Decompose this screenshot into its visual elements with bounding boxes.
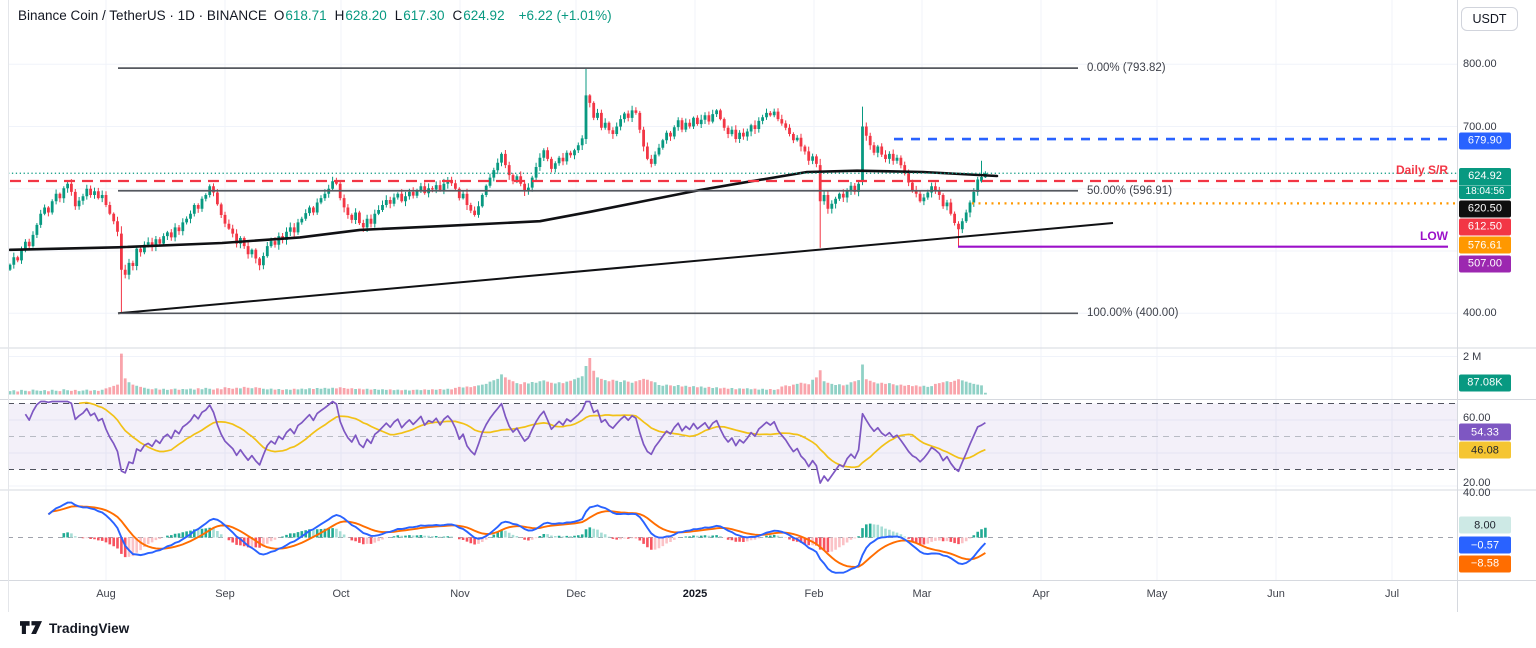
fib-level-label: 50.00% (596.91)	[1087, 185, 1172, 197]
tradingview-logo-icon	[20, 621, 42, 636]
ohlc-value: 617.30	[403, 8, 444, 23]
macd-hist-down-fading	[78, 538, 972, 557]
candle-bodies-down	[16, 95, 960, 274]
countdown-timer: 18:04:56	[1459, 185, 1511, 199]
price-badge: 620.50	[1459, 200, 1511, 217]
price-badge: −0.57	[1459, 537, 1511, 554]
time-axis-label: Sep	[215, 588, 235, 600]
time-axis-label: Jul	[1385, 588, 1399, 600]
time-axis-label: Nov	[450, 588, 470, 600]
volume-bars-down	[16, 354, 960, 395]
price-badge: 46.08	[1459, 442, 1511, 459]
price-badge-last: 624.9218:04:56	[1459, 168, 1511, 199]
volume-bars-up	[9, 365, 987, 395]
change-value: +6.22 (+1.01%)	[519, 8, 612, 23]
time-axis-label: Jun	[1267, 588, 1285, 600]
symbol-title[interactable]: Binance Coin / TetherUS · 1D · BINANCE	[18, 8, 267, 23]
price-axis-label: 400.00	[1463, 307, 1497, 319]
price-axis-label: 40.00	[1463, 487, 1491, 499]
time-axis-label: Mar	[913, 588, 932, 600]
price-axis-label: 60.00	[1463, 412, 1491, 424]
currency-toggle-button[interactable]: USDT	[1461, 7, 1518, 31]
fib-level-label: 100.00% (400.00)	[1087, 307, 1178, 319]
price-badge: 576.61	[1459, 237, 1511, 254]
ohlc-value: 624.92	[463, 8, 504, 23]
chart-canvas[interactable]	[0, 0, 1536, 648]
chart-window: Binance Coin / TetherUS · 1D · BINANCE O…	[0, 0, 1536, 648]
price-badge: 54.33	[1459, 424, 1511, 441]
time-axis-label: Apr	[1032, 588, 1049, 600]
ohlc-key: C	[453, 8, 463, 23]
time-axis-label: Feb	[805, 588, 824, 600]
ohlc-key: L	[395, 8, 403, 23]
ohlc-key: O	[274, 8, 285, 23]
price-badge: 507.00	[1459, 255, 1511, 272]
level-label-low-line: LOW	[1420, 229, 1448, 243]
time-axis-label: Oct	[332, 588, 349, 600]
level-label-daily-sr: Daily S/R	[1396, 163, 1448, 177]
rsi-band	[8, 404, 1457, 470]
time-axis-label: 2025	[683, 588, 707, 600]
price-axis-label: 800.00	[1463, 58, 1497, 70]
ohlc-value: 628.20	[345, 8, 386, 23]
price-badge: 679.90	[1459, 132, 1511, 149]
tradingview-logo[interactable]: TradingView	[20, 621, 129, 636]
price-badge: 8.00	[1459, 517, 1511, 534]
price-badge: −8.58	[1459, 555, 1511, 572]
symbol-header: Binance Coin / TetherUS · 1D · BINANCE O…	[18, 8, 612, 23]
price-axis-label: 2 M	[1463, 351, 1481, 363]
time-axis-label: Aug	[96, 588, 116, 600]
price-badge: 87.08K	[1459, 374, 1511, 391]
price-axis-label: 700.00	[1463, 121, 1497, 133]
time-axis-label: May	[1147, 588, 1168, 600]
ohlc-key: H	[335, 8, 345, 23]
fib-level-label: 0.00% (793.82)	[1087, 62, 1166, 74]
tradingview-logo-text: TradingView	[49, 621, 129, 636]
ohlc-value: 618.71	[285, 8, 326, 23]
time-axis-label: Dec	[566, 588, 586, 600]
trendline[interactable]	[118, 223, 1113, 313]
ma-line[interactable]	[10, 171, 997, 250]
ohlc-values: O618.71 H628.20 L617.30 C624.92	[274, 8, 512, 23]
price-badge: 612.50	[1459, 218, 1511, 235]
